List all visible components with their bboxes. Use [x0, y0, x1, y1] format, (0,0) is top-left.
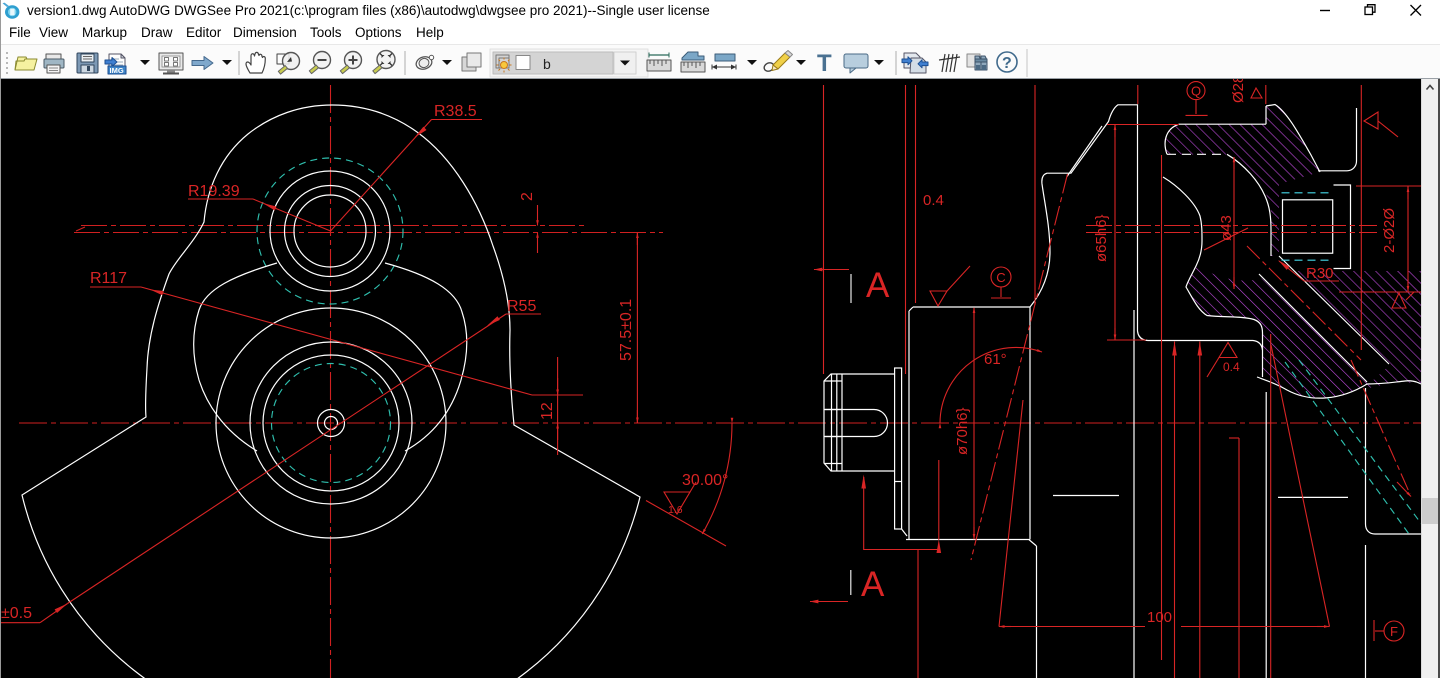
svg-text:100: 100 [1147, 609, 1172, 626]
svg-text:C: C [996, 270, 1005, 285]
svg-text:R38.5: R38.5 [434, 103, 477, 120]
svg-text:A: A [866, 266, 890, 305]
svg-text:?: ? [1002, 55, 1012, 72]
svg-text:30.00°: 30.00° [682, 472, 728, 489]
svg-text:ø43: ø43 [1218, 215, 1235, 241]
svg-text:±0.5: ±0.5 [1, 605, 32, 622]
svg-text:61°: 61° [984, 351, 1007, 368]
svg-text:57.5±0.1: 57.5±0.1 [618, 299, 635, 361]
svg-text:Ø28: Ø28 [1230, 79, 1247, 103]
svg-text:T: T [817, 50, 832, 77]
svg-text:R55: R55 [507, 298, 536, 315]
svg-text:12: 12 [539, 402, 556, 420]
svg-text:R19.39: R19.39 [188, 183, 240, 200]
svg-text:R30: R30 [1306, 265, 1334, 282]
svg-text:2: 2 [519, 192, 536, 201]
svg-text:IMG: IMG [110, 66, 124, 75]
svg-text:Q: Q [1191, 84, 1201, 99]
svg-text:2-Ø2Ø: 2-Ø2Ø [1381, 208, 1398, 253]
svg-text:R117: R117 [90, 270, 127, 287]
svg-text:ø70h6}: ø70h6} [954, 407, 971, 455]
svg-text:F: F [1390, 624, 1398, 639]
svg-text:A: A [861, 565, 885, 604]
svg-text:ø65h6}: ø65h6} [1093, 214, 1110, 262]
svg-text:0.4: 0.4 [923, 192, 944, 209]
svg-text:1.6: 1.6 [668, 504, 683, 516]
svg-text:0.4: 0.4 [1223, 360, 1240, 374]
svg-text:b: b [543, 56, 551, 72]
